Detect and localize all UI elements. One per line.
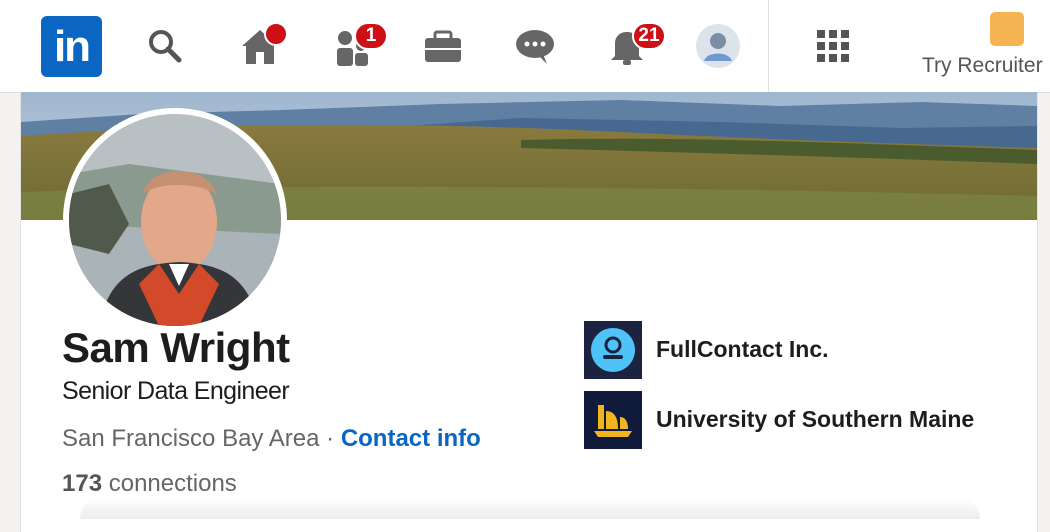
apps-grid-icon[interactable] xyxy=(809,22,857,70)
recruiter-icon[interactable] xyxy=(990,12,1024,46)
org-item-fullcontact[interactable]: FullContact Inc. xyxy=(584,321,1004,379)
fullcontact-logo xyxy=(584,321,642,379)
linkedin-logo[interactable]: in xyxy=(41,16,102,77)
card-shadow xyxy=(80,498,980,519)
notifications-badge: 21 xyxy=(632,22,666,50)
jobs-icon[interactable] xyxy=(419,22,467,70)
separator: · xyxy=(326,425,335,452)
try-recruiter-link[interactable]: Try Recruiter xyxy=(922,54,1043,78)
top-nav-bar: in 1 21 Try Recruiter xyxy=(0,0,1050,93)
usm-logo xyxy=(584,391,642,449)
profile-photo[interactable] xyxy=(63,108,287,332)
messaging-icon[interactable] xyxy=(511,22,559,70)
org-item-usm[interactable]: University of Southern Maine xyxy=(584,391,1004,449)
search-icon[interactable] xyxy=(141,22,189,70)
nav-divider xyxy=(768,0,769,92)
connections-count: 173 xyxy=(62,470,103,497)
profile-headline: Senior Data Engineer xyxy=(62,377,290,405)
profile-avatar[interactable] xyxy=(694,22,742,70)
location-row: San Francisco Bay Area · Contact info xyxy=(62,425,481,453)
org-name: FullContact Inc. xyxy=(656,336,829,362)
home-notification-dot xyxy=(264,22,288,46)
profile-location: San Francisco Bay Area xyxy=(62,425,320,452)
network-badge: 1 xyxy=(354,22,388,50)
profile-name: Sam Wright xyxy=(62,324,290,371)
connections-link[interactable]: 173 connections xyxy=(62,470,237,498)
connections-label: connections xyxy=(108,470,237,497)
contact-info-link[interactable]: Contact info xyxy=(341,425,481,452)
org-name: University of Southern Maine xyxy=(656,406,975,432)
